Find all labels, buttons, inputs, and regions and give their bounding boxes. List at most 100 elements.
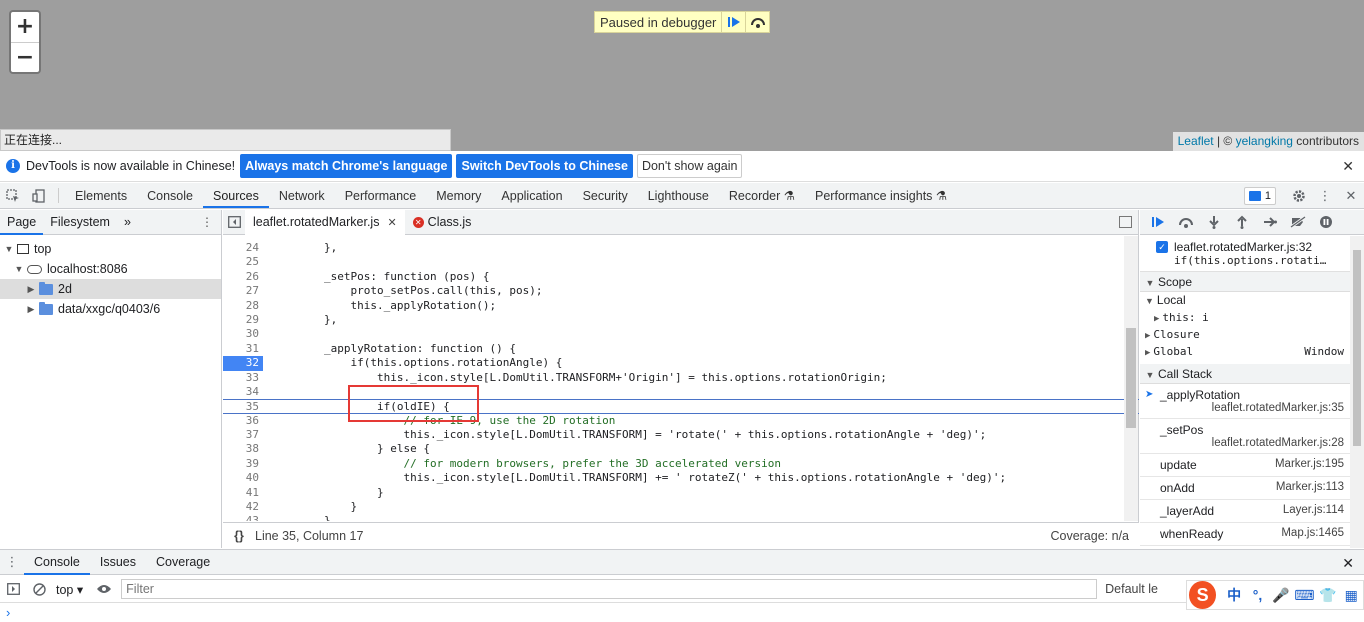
more-tabs-icon[interactable]: » <box>117 210 138 235</box>
callstack-section-header[interactable]: ▼ Call Stack <box>1140 364 1364 384</box>
inspect-element-icon[interactable] <box>0 183 26 208</box>
settings-gear-icon[interactable] <box>1286 189 1312 203</box>
tab-memory[interactable]: Memory <box>426 183 491 208</box>
ime-punctuation-icon[interactable]: °, <box>1246 587 1269 603</box>
leaflet-link[interactable]: Leaflet <box>1178 134 1214 148</box>
ime-keyboard-icon[interactable]: ⌨ <box>1293 587 1316 604</box>
tab-recorder[interactable]: Recorder ⚗ <box>719 183 805 208</box>
debugger-scrollbar[interactable] <box>1350 236 1364 548</box>
close-icon[interactable]: ✕ <box>1342 158 1354 175</box>
tab-network[interactable]: Network <box>269 183 335 208</box>
close-tab-icon[interactable]: ✕ <box>387 216 396 229</box>
log-levels-dropdown[interactable]: Default le <box>1105 582 1158 596</box>
zoom-out-button[interactable]: − <box>11 42 39 72</box>
zoom-in-button[interactable]: + <box>11 12 39 42</box>
scrollbar-thumb[interactable] <box>1126 328 1136 428</box>
resume-icon[interactable] <box>721 12 745 32</box>
pretty-print-button[interactable]: {} <box>223 529 255 543</box>
frame-location[interactable]: leaflet.rotatedMarker.js:35 <box>1160 402 1344 414</box>
frame-location[interactable]: Marker.js:195 <box>1275 458 1344 470</box>
close-devtools-icon[interactable]: ✕ <box>1338 188 1364 204</box>
tab-filesystem[interactable]: Filesystem <box>43 210 117 235</box>
tab-lighthouse[interactable]: Lighthouse <box>638 183 719 208</box>
deactivate-breakpoints-icon[interactable] <box>1284 210 1312 234</box>
drawer-menu-icon[interactable]: ⋮ <box>0 554 24 570</box>
frame-function: onAdd <box>1160 481 1195 495</box>
step-over-icon[interactable] <box>745 12 769 32</box>
scope-section-header[interactable]: ▼ Scope <box>1140 272 1364 292</box>
tab-application[interactable]: Application <box>491 183 572 208</box>
callstack-frame[interactable]: whenReady Map.js:1465 <box>1140 523 1364 546</box>
tab-performance-insights[interactable]: Performance insights ⚗ <box>805 183 957 208</box>
callstack-frame[interactable]: onAdd Marker.js:113 <box>1140 477 1364 500</box>
tree-item-top[interactable]: ▼ top <box>0 239 221 259</box>
callstack-frame[interactable]: _setPos leaflet.rotatedMarker.js:28 <box>1140 419 1364 454</box>
console-sidebar-icon[interactable] <box>0 583 26 595</box>
drawer-tab-console[interactable]: Console <box>24 550 90 575</box>
live-expression-eye-icon[interactable] <box>91 584 117 594</box>
scope-global[interactable]: ▶ Global Window <box>1140 343 1364 360</box>
console-filter-input[interactable] <box>121 579 1098 599</box>
pause-on-exceptions-icon[interactable] <box>1312 210 1340 234</box>
map-area[interactable]: + − Paused in debugger 正在连接... Leaflet |… <box>0 0 1364 151</box>
scope-closure[interactable]: ▶ Closure <box>1140 326 1364 343</box>
scrollbar-thumb[interactable] <box>1353 250 1361 446</box>
step-out-icon[interactable] <box>1228 210 1256 234</box>
clear-console-icon[interactable] <box>26 582 52 596</box>
ime-voice-microphone-icon[interactable]: 🎤 <box>1269 587 1292 604</box>
callstack-frame[interactable]: ➤ _applyRotation leaflet.rotatedMarker.j… <box>1140 384 1364 419</box>
drawer-tab-coverage[interactable]: Coverage <box>146 550 220 575</box>
scope-this[interactable]: ▶ this: i <box>1140 309 1364 326</box>
tab-sources[interactable]: Sources <box>202 183 269 208</box>
breakpoint-marker[interactable]: 32 <box>223 356 263 371</box>
tab-recorder-label: Recorder <box>728 189 781 203</box>
resume-icon[interactable] <box>1144 210 1172 234</box>
frame-location[interactable]: leaflet.rotatedMarker.js:28 <box>1160 437 1344 449</box>
tree-item-localhost[interactable]: ▼ localhost:8086 <box>0 259 221 279</box>
toggle-navigator-icon[interactable] <box>223 210 245 235</box>
frame-location[interactable]: Map.js:1465 <box>1281 527 1344 539</box>
tree-item-data-folder[interactable]: ▶ data/xxgc/q0403/6 <box>0 299 221 319</box>
checkbox-checked-icon[interactable]: ✓ <box>1156 241 1168 253</box>
ime-chinese-mode[interactable]: 中 <box>1222 585 1245 605</box>
tab-page[interactable]: Page <box>0 210 44 235</box>
folder-icon <box>39 281 53 295</box>
author-link[interactable]: yelangking <box>1236 134 1293 148</box>
callstack-frame[interactable]: update Marker.js:195 <box>1140 454 1364 477</box>
sogou-logo-icon[interactable]: S <box>1189 581 1217 609</box>
toggle-debugger-icon[interactable] <box>1119 216 1132 228</box>
tree-item-2d[interactable]: ▶ 2d <box>0 279 221 299</box>
info-icon: i <box>6 159 20 173</box>
switch-chinese-button[interactable]: Switch DevTools to Chinese <box>456 154 633 178</box>
scope-local[interactable]: ▼ Local <box>1140 292 1364 309</box>
editor-tab-rotatedmarker[interactable]: leaflet.rotatedMarker.js ✕ <box>245 209 405 235</box>
console-prompt[interactable]: › <box>6 605 10 620</box>
breakpoint-item[interactable]: ✓ leaflet.rotatedMarker.js:32 if(this.op… <box>1140 235 1364 272</box>
match-language-button[interactable]: Always match Chrome's language <box>240 154 453 178</box>
step-into-icon[interactable] <box>1200 210 1228 234</box>
close-drawer-icon[interactable]: ✕ <box>1342 555 1354 572</box>
code-line: 37 this._icon.style[L.DomUtil.TRANSFORM]… <box>245 428 987 442</box>
editor-scrollbar[interactable] <box>1124 236 1138 521</box>
tab-performance[interactable]: Performance <box>335 183 427 208</box>
step-over-icon[interactable] <box>1172 210 1200 234</box>
frame-location[interactable]: Marker.js:113 <box>1276 481 1344 493</box>
context-selector[interactable]: top ▾ <box>56 582 83 597</box>
drawer-tab-issues[interactable]: Issues <box>90 550 146 575</box>
ime-toolbox-icon[interactable]: ▦ <box>1340 587 1363 604</box>
callstack-frame[interactable]: _layerAdd Layer.js:114 <box>1140 500 1364 523</box>
ime-skin-icon[interactable]: 👕 <box>1316 587 1339 604</box>
frame-location[interactable]: Layer.js:114 <box>1283 504 1344 516</box>
navigator-menu-icon[interactable]: ⋮ <box>201 210 213 235</box>
editor-tab-classjs[interactable]: ✕ Class.js <box>405 210 480 235</box>
device-toolbar-icon[interactable] <box>26 183 52 208</box>
issues-badge[interactable]: 1 <box>1243 187 1276 205</box>
tab-console[interactable]: Console <box>137 183 203 208</box>
step-icon[interactable] <box>1256 210 1284 234</box>
more-options-icon[interactable]: ⋮ <box>1312 188 1338 204</box>
tab-elements[interactable]: Elements <box>65 183 137 208</box>
dont-show-again-button[interactable]: Don't show again <box>636 154 743 178</box>
tab-security[interactable]: Security <box>573 183 638 208</box>
sources-navigator: Page Filesystem » ⋮ ▼ top ▼ localhost:80… <box>0 210 222 548</box>
code-lines[interactable]: 24 }, 25 26 _setPos: function (pos) { 27… <box>223 236 1139 521</box>
